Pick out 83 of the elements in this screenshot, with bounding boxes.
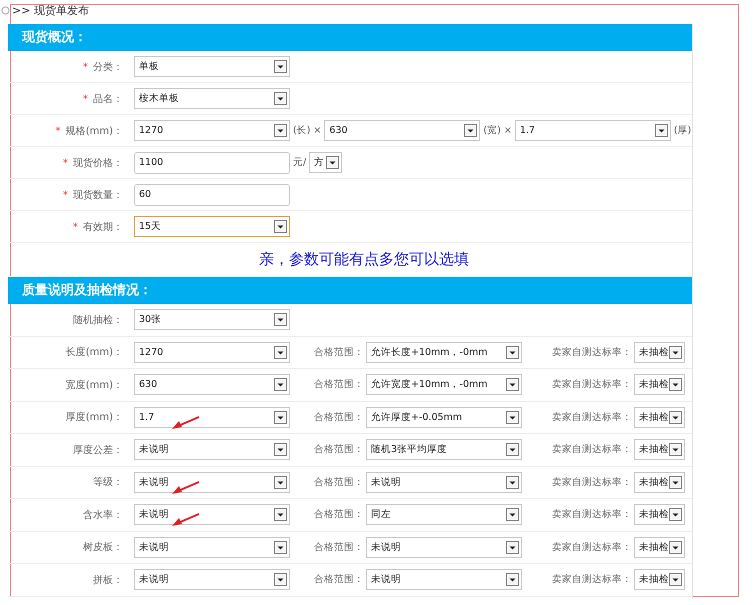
unit-label: (长) × — [293, 124, 322, 137]
field-label: 等级： — [93, 477, 123, 488]
field-label: 规格(mm)： — [66, 126, 123, 136]
dropdown-select[interactable]: 允许厚度+-0.05mm — [366, 406, 522, 428]
field-label: 现货数量： — [73, 190, 123, 200]
required-mark: * — [82, 94, 88, 104]
field-label: 卖家自测达标率： — [552, 476, 632, 489]
field-label: 树皮板： — [83, 542, 123, 554]
circle-icon — [1, 6, 10, 14]
field-label: 厚度(mm)： — [66, 412, 123, 424]
field-label: 随机抽检： — [73, 314, 123, 326]
dropdown-select[interactable]: 未抽检 — [634, 472, 685, 493]
dropdown-select[interactable]: 未说明 — [134, 472, 290, 493]
annotation-arrow — [170, 513, 200, 528]
dropdown-select[interactable]: 30张 — [134, 309, 290, 330]
field-label: 长度(mm)： — [66, 347, 123, 358]
breadcrumb: >> 现货单发布 — [12, 2, 89, 18]
hint-text: 亲，参数可能有点多您可以选填 — [259, 250, 469, 269]
field-label: 卖家自测达标率： — [552, 540, 632, 554]
dropdown-select[interactable]: 单板 — [134, 56, 290, 77]
dropdown-select[interactable]: 15天 — [134, 216, 290, 237]
field-label: 厚度公差： — [73, 444, 123, 456]
input-field[interactable]: 1100 — [134, 152, 290, 174]
field-label: 卖家自测达标率： — [552, 573, 632, 586]
dropdown-select[interactable]: 未说明 — [134, 439, 290, 460]
field-label: 卖家自测达标率： — [552, 346, 632, 359]
required-mark: * — [72, 222, 78, 232]
field-label: 合格范围： — [314, 476, 364, 489]
section-header: 现货概况： — [8, 24, 692, 51]
section-header: 质量说明及抽检情况： — [8, 277, 692, 304]
dropdown-select[interactable]: 630 — [324, 120, 480, 141]
field-label: 品名： — [93, 94, 123, 104]
dropdown-select[interactable]: 允许宽度+10mm，-0mm — [366, 374, 522, 396]
field-label: 合格范围： — [314, 540, 364, 554]
dropdown-select[interactable]: 未说明 — [134, 536, 290, 558]
field-label: 现货价格： — [73, 158, 123, 168]
dropdown-select[interactable]: 未抽检 — [634, 504, 685, 526]
dropdown-select[interactable]: 未抽检 — [634, 569, 685, 590]
dropdown-select[interactable]: 方 — [309, 152, 342, 173]
dropdown-select[interactable]: 1.7 — [134, 406, 290, 428]
field-label: 合格范围： — [314, 410, 364, 424]
unit-label: (宽) × — [483, 124, 512, 137]
unit-label: 元/ — [293, 156, 306, 169]
field-label: 合格范围： — [314, 346, 364, 359]
dropdown-select[interactable]: 未抽检 — [634, 536, 685, 558]
required-mark: * — [82, 62, 88, 72]
dropdown-select[interactable]: 630 — [134, 374, 290, 396]
field-label: 卖家自测达标率： — [552, 443, 632, 456]
field-label: 拼板： — [93, 574, 123, 586]
dropdown-select[interactable]: 未说明 — [134, 569, 290, 590]
dropdown-select[interactable]: 随机3张平均厚度 — [366, 439, 522, 460]
dropdown-select[interactable]: 未抽检 — [634, 374, 685, 396]
field-label: 合格范围： — [314, 508, 364, 522]
dropdown-select[interactable]: 桉木单板 — [134, 88, 290, 109]
dropdown-select[interactable]: 允许长度+10mm，-0mm — [366, 342, 522, 363]
unit-label: (厚) — [674, 124, 692, 137]
dropdown-select[interactable]: 未说明 — [366, 472, 522, 493]
dropdown-select[interactable]: 1.7 — [514, 120, 671, 141]
dropdown-select[interactable]: 1270 — [134, 342, 290, 363]
annotation-arrow — [170, 480, 200, 495]
dropdown-select[interactable]: 未抽检 — [634, 439, 685, 460]
field-label: 卖家自测达标率： — [552, 378, 632, 392]
dropdown-select[interactable]: 未抽检 — [634, 342, 685, 363]
field-label: 宽度(mm)： — [66, 380, 123, 391]
field-label: 合格范围： — [314, 573, 364, 586]
field-label: 分类： — [93, 62, 123, 72]
field-label: 有效期： — [83, 222, 123, 232]
field-label: 合格范围： — [314, 443, 364, 456]
field-label: 合格范围： — [314, 378, 364, 392]
dropdown-select[interactable]: 未说明 — [134, 504, 290, 526]
required-mark: * — [56, 126, 61, 136]
dropdown-select[interactable]: 未说明 — [366, 569, 522, 590]
dropdown-select[interactable]: 未抽检 — [634, 406, 685, 428]
dropdown-select[interactable]: 同左 — [366, 504, 522, 526]
field-label: 卖家自测达标率： — [552, 410, 632, 424]
input-field[interactable]: 60 — [134, 184, 290, 206]
field-label: 含水率： — [83, 510, 123, 521]
annotation-arrow — [170, 416, 200, 430]
dropdown-select[interactable]: 1270 — [134, 120, 290, 141]
required-mark: * — [62, 190, 68, 200]
required-mark: * — [62, 158, 68, 168]
field-label: 卖家自测达标率： — [552, 508, 632, 522]
dropdown-select[interactable]: 未说明 — [366, 536, 522, 558]
